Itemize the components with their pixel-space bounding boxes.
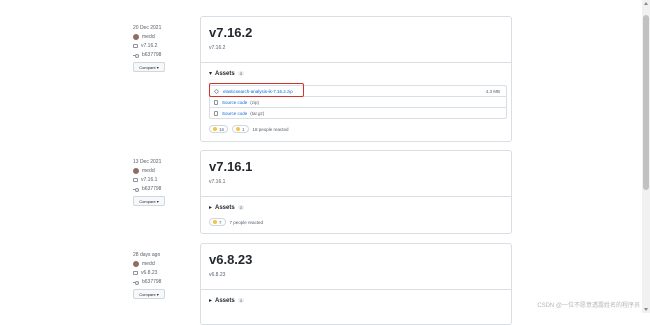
release-card: v7.16.1 v7.16.1 ▸ Assets 3 7 7 people re…	[200, 150, 512, 234]
tag-row[interactable]: v7.16.1	[133, 177, 165, 183]
commit-icon	[133, 280, 139, 285]
assets-toggle[interactable]: ▾ Assets 3	[209, 70, 244, 77]
release-date: 28 days ago	[133, 252, 161, 258]
tag-name[interactable]: v7.16.2	[141, 43, 157, 49]
reaction-count: 16	[219, 126, 225, 132]
commit-hash[interactable]: b637798	[142, 186, 161, 192]
release-subtitle: v7.16.2	[209, 45, 226, 51]
scroll-up-icon[interactable]	[644, 2, 648, 5]
tag-row[interactable]: v6.8.23	[133, 270, 165, 276]
asset-size: 4.3 MB	[485, 88, 500, 94]
avatar	[133, 168, 139, 174]
compare-label: Compare	[139, 198, 156, 204]
assets-count: 3	[237, 205, 244, 210]
asset-ext: (zip)	[250, 99, 260, 105]
commit-row[interactable]: b637798	[133, 52, 165, 58]
assets-toggle[interactable]: ▸ Assets 3	[209, 204, 244, 211]
thumbs-up-reaction[interactable]: 7	[209, 218, 226, 226]
thumbs-up-icon	[213, 127, 217, 131]
asset-link[interactable]: Source code	[222, 100, 247, 105]
reactions-text: 18 people reacted	[252, 126, 289, 132]
asset-row[interactable]: Source code (zip)	[210, 96, 506, 107]
avatar	[133, 34, 139, 40]
assets-label: Assets	[215, 297, 235, 304]
divider	[201, 196, 511, 197]
thumbs-up-icon	[213, 220, 217, 224]
scroll-down-icon[interactable]	[644, 308, 648, 311]
release-title[interactable]: v7.16.1	[209, 159, 252, 174]
compare-label: Compare	[139, 291, 156, 297]
chevron-down-icon: ▾	[156, 291, 159, 297]
release-date: 13 Dec 2021	[133, 159, 162, 165]
compare-label: Compare	[139, 64, 156, 70]
assets-count: 3	[237, 298, 244, 303]
asset-link[interactable]: Source code	[222, 111, 247, 116]
avatar	[133, 261, 139, 267]
release-title[interactable]: v6.8.23	[209, 252, 252, 267]
file-zip-icon	[214, 99, 218, 105]
release-meta: 28 days ago medcl v6.8.23 b637798 Compar…	[133, 252, 165, 299]
caret-right-icon: ▸	[209, 298, 213, 304]
author-name[interactable]: medcl	[142, 168, 155, 174]
scrollbar-thumb[interactable]	[643, 15, 649, 190]
divider	[201, 289, 511, 290]
reactions: 16 1 18 people reacted	[209, 125, 289, 133]
release-title[interactable]: v7.16.2	[209, 25, 252, 40]
caret-down-icon: ▾	[209, 71, 213, 77]
chevron-down-icon: ▾	[156, 64, 159, 70]
reactions: 7 7 people reacted	[209, 218, 263, 226]
smile-icon	[236, 127, 241, 131]
commit-icon	[133, 187, 139, 192]
tag-icon	[133, 178, 138, 182]
chevron-down-icon: ▾	[156, 198, 159, 204]
compare-button[interactable]: Compare ▾	[133, 62, 165, 72]
smile-reaction[interactable]: 1	[232, 125, 249, 133]
release-card: v7.16.2 v7.16.2 ▾ Assets 3 elasticsearch…	[200, 16, 512, 142]
author-row[interactable]: medcl	[133, 34, 165, 40]
assets-label: Assets	[215, 70, 235, 77]
release-meta: 13 Dec 2021 medcl v7.16.1 b637798 Compar…	[133, 159, 165, 206]
author-name[interactable]: medcl	[142, 34, 155, 40]
tag-row[interactable]: v7.16.2	[133, 43, 165, 49]
scrollbar[interactable]	[642, 0, 650, 313]
commit-icon	[133, 53, 139, 58]
release-subtitle: v7.16.1	[209, 179, 226, 185]
author-row[interactable]: medcl	[133, 261, 165, 267]
asset-row[interactable]: Source code (tar.gz)	[210, 107, 506, 118]
assets-toggle[interactable]: ▸ Assets 3	[209, 297, 244, 304]
compare-button[interactable]: Compare ▾	[133, 289, 165, 299]
file-zip-icon	[214, 110, 218, 116]
thumbs-up-reaction[interactable]: 16	[209, 125, 229, 133]
divider	[201, 62, 511, 63]
asset-ext: (tar.gz)	[250, 110, 265, 116]
reactions-text: 7 people reacted	[229, 219, 264, 225]
release-date: 20 Dec 2021	[133, 25, 162, 31]
release-meta: 20 Dec 2021 medcl v7.16.2 b637798 Compar…	[133, 25, 165, 72]
highlight-box	[209, 83, 304, 97]
reaction-count: 7	[219, 219, 222, 225]
assets-label: Assets	[215, 204, 235, 211]
author-row[interactable]: medcl	[133, 168, 165, 174]
assets-count: 3	[237, 71, 244, 76]
release-subtitle: v6.8.23	[209, 272, 226, 278]
commit-hash[interactable]: b637798	[142, 279, 161, 285]
tag-name[interactable]: v6.8.23	[141, 270, 157, 276]
tag-icon	[133, 271, 138, 275]
author-name[interactable]: medcl	[142, 261, 155, 267]
caret-right-icon: ▸	[209, 205, 213, 211]
tag-icon	[133, 44, 138, 48]
commit-row[interactable]: b637798	[133, 279, 165, 285]
compare-button[interactable]: Compare ▾	[133, 196, 165, 206]
reaction-count: 1	[242, 126, 245, 132]
watermark: CSDN @一位不愿意透露姓名的程序员	[537, 303, 640, 309]
tag-name[interactable]: v7.16.1	[141, 177, 157, 183]
commit-hash[interactable]: b637798	[142, 52, 161, 58]
commit-row[interactable]: b637798	[133, 186, 165, 192]
